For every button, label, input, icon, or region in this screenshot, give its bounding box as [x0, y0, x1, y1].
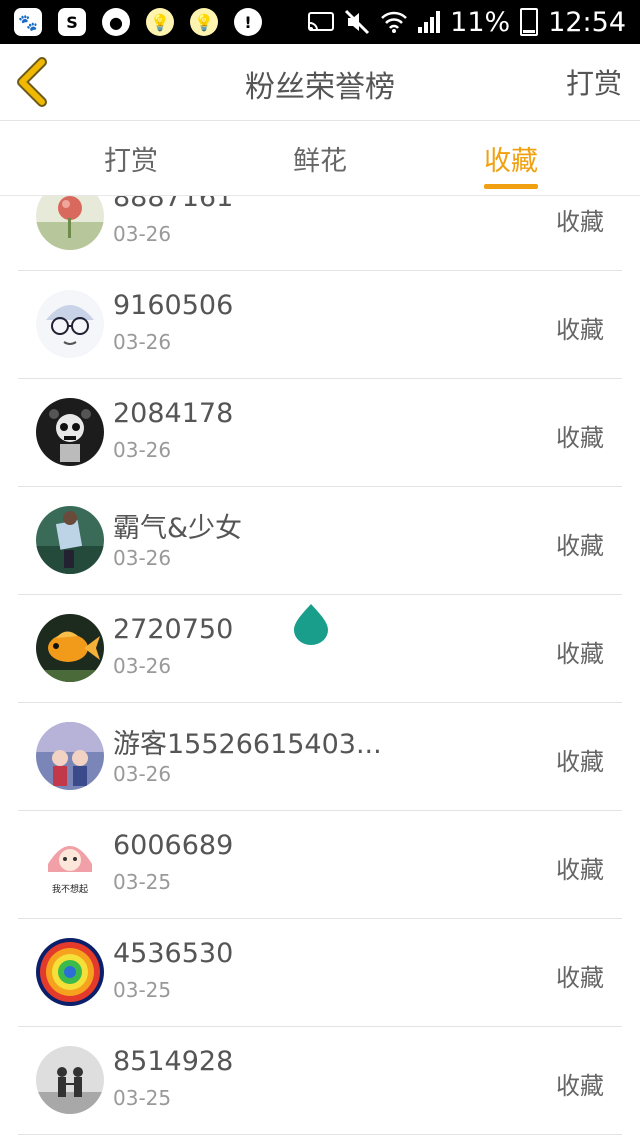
battery-percent: 11%	[450, 6, 511, 38]
fan-date: 03-25	[113, 978, 172, 1002]
list-item[interactable]: 8887161 03-26 收藏	[18, 196, 622, 271]
avatar	[36, 290, 104, 358]
list-item[interactable]: 游客15526615403... 03-26 收藏	[18, 702, 622, 811]
avatar	[36, 506, 104, 574]
s-app-icon: S	[58, 8, 86, 36]
fan-date: 03-26	[113, 222, 172, 246]
avatar	[36, 196, 104, 250]
water-drop-icon[interactable]	[292, 602, 330, 646]
fan-name: 6006689	[113, 830, 234, 861]
fan-date: 03-26	[113, 654, 172, 678]
fan-date: 03-26	[113, 546, 172, 570]
fan-name: 2720750	[113, 614, 234, 645]
battery-icon	[520, 8, 539, 36]
fan-name: 游客15526615403...	[113, 729, 382, 760]
cast-icon	[308, 12, 335, 31]
wechat-icon: ●	[102, 8, 130, 36]
avatar-caption: 我不想起	[52, 883, 88, 895]
action-type: 收藏	[556, 208, 604, 236]
avatar	[36, 614, 104, 682]
tab-flowers[interactable]: 鲜花	[260, 139, 380, 178]
bulb-icon: 💡	[146, 8, 174, 36]
page-title: 粉丝荣誉榜	[245, 70, 395, 105]
fan-name: 2084178	[113, 398, 234, 429]
system-icons: 11% 12:54	[308, 6, 626, 38]
avatar	[36, 938, 104, 1006]
bulb-icon: 💡	[190, 8, 218, 36]
action-type: 收藏	[556, 964, 604, 992]
fan-name: 9160506	[113, 290, 234, 321]
fan-date: 03-25	[113, 870, 172, 894]
fan-list[interactable]: 8887161 03-26 收藏 9160506 03-26 收藏 208417…	[0, 196, 640, 1138]
fan-name: 霸气&少女	[113, 513, 243, 544]
wifi-icon	[381, 11, 408, 33]
list-item[interactable]: 9160506 03-26 收藏	[18, 270, 622, 379]
tab-reward[interactable]: 打赏	[71, 139, 191, 178]
action-type: 收藏	[556, 532, 604, 560]
fan-date: 03-25	[113, 1086, 172, 1110]
fan-date: 03-26	[113, 438, 172, 462]
action-type: 收藏	[556, 640, 604, 668]
list-item[interactable]: 4536530 03-25 收藏	[18, 918, 622, 1027]
signal-icon	[418, 11, 441, 33]
action-type: 收藏	[556, 856, 604, 884]
fan-name: 8887161	[113, 196, 234, 213]
tab-bar: 打赏 鲜花 收藏	[0, 121, 640, 196]
avatar	[36, 398, 104, 466]
reward-button[interactable]: 打赏	[566, 62, 622, 102]
clock: 12:54	[548, 6, 626, 38]
fan-name: 4536530	[113, 938, 234, 969]
tab-favorites[interactable]: 收藏	[451, 139, 571, 178]
fan-date: 03-26	[113, 762, 172, 786]
fan-date: 03-26	[113, 330, 172, 354]
notification-icons: 🐾 S ● 💡 💡 !	[14, 8, 262, 36]
top-nav-bar: 粉丝荣誉榜 打赏	[0, 44, 640, 121]
active-tab-indicator	[484, 184, 538, 189]
avatar: 我不想起	[36, 830, 104, 898]
status-bar: 🐾 S ● 💡 💡 ! 11% 12:54	[0, 0, 640, 44]
list-item[interactable]: 霸气&少女 03-26 收藏	[18, 486, 622, 595]
list-item[interactable]: 我不想起 6006689 03-25 收藏	[18, 810, 622, 919]
list-item[interactable]: 8514928 03-25 收藏	[18, 1026, 622, 1135]
action-type: 收藏	[556, 1072, 604, 1100]
action-type: 收藏	[556, 748, 604, 776]
avatar	[36, 1046, 104, 1114]
wechat-alert-icon: !	[234, 8, 262, 36]
paw-icon: 🐾	[14, 8, 42, 36]
action-type: 收藏	[556, 424, 604, 452]
list-item[interactable]: 2084178 03-26 收藏	[18, 378, 622, 487]
mute-icon	[345, 9, 370, 35]
fan-name: 8514928	[113, 1046, 234, 1077]
avatar	[36, 722, 104, 790]
action-type: 收藏	[556, 316, 604, 344]
